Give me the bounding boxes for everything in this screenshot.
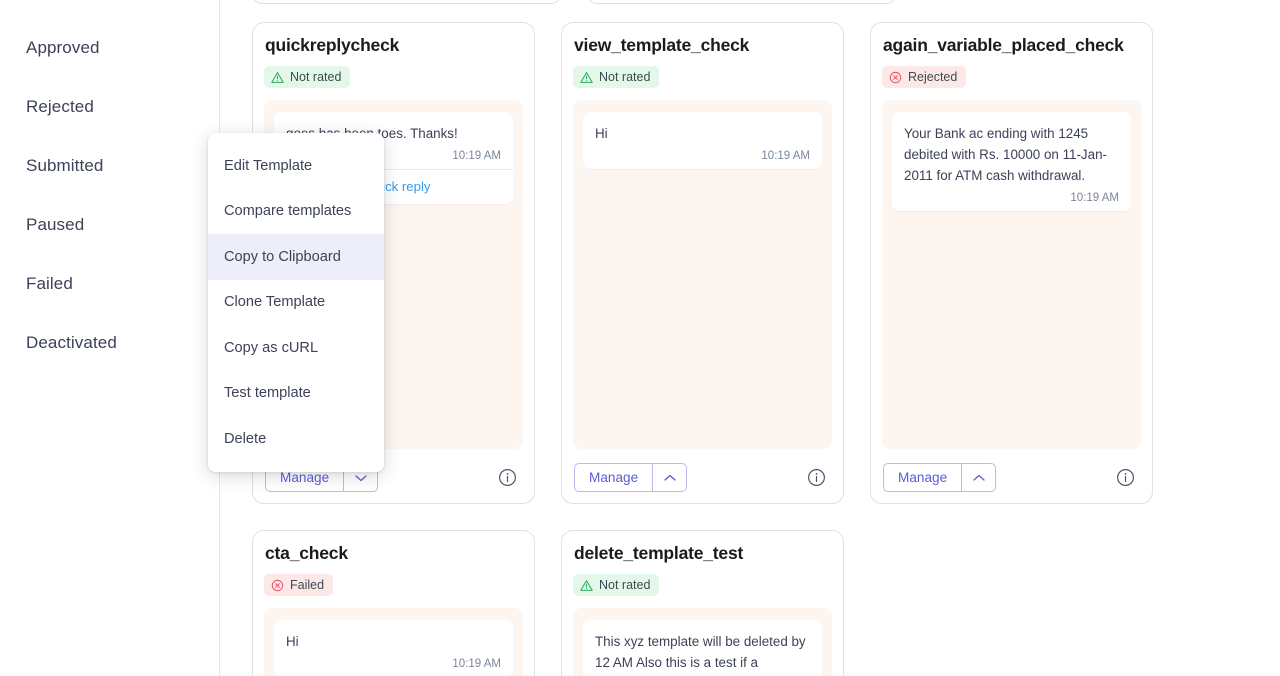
card-partial-above	[587, 0, 896, 4]
card-partial-above	[252, 0, 561, 4]
message-text: Hi	[595, 126, 608, 141]
info-icon[interactable]	[807, 468, 826, 487]
message-bubble: This xyz template will be deleted by 12 …	[583, 620, 822, 676]
message-preview: Hi 10:19 AM	[264, 608, 523, 676]
template-card[interactable]: again_variable_placed_check Rejected You…	[870, 22, 1153, 504]
menu-item-label: Copy as cURL	[224, 339, 319, 356]
template-card[interactable]: view_template_check Not rated Hi 10:19 A…	[561, 22, 844, 504]
status-badge: Not rated	[573, 66, 660, 88]
info-circle-icon	[1117, 469, 1134, 486]
chevron-up-icon	[663, 474, 676, 481]
card-title: delete_template_test	[574, 543, 744, 563]
info-icon[interactable]	[498, 468, 517, 487]
error-circle-icon	[271, 579, 284, 591]
card-footer: Manage	[573, 449, 832, 492]
manage-button[interactable]: Manage	[574, 463, 653, 492]
template-card[interactable]: delete_template_test Not rated This xyz …	[561, 530, 844, 676]
message-bubble: Hi 10:19 AM	[274, 620, 513, 676]
message-bubble: Hi 10:19 AM	[583, 112, 822, 169]
menu-item-delete[interactable]: Delete	[208, 416, 384, 462]
message-bubble: Your Bank ac ending with 1245 debited wi…	[892, 112, 1131, 211]
info-circle-icon	[499, 469, 516, 486]
menu-item-edit-template[interactable]: Edit Template	[208, 143, 384, 189]
sidebar-item-failed[interactable]: Failed	[0, 254, 219, 313]
message-text: Hi	[286, 634, 299, 649]
message-preview: Hi 10:19 AM	[573, 100, 832, 449]
sidebar-item-label: Deactivated	[26, 332, 117, 352]
template-card[interactable]: cta_check Failed Hi 10:19 AM	[252, 530, 535, 676]
card-title: quickreplycheck	[265, 35, 400, 55]
status-badge-label: Not rated	[599, 577, 651, 592]
menu-item-label: Clone Template	[224, 294, 326, 311]
sidebar-item-label: Submitted	[26, 155, 104, 175]
status-badge: Not rated	[573, 574, 660, 596]
manage-button-group: Manage	[574, 463, 688, 492]
manage-button[interactable]: Manage	[883, 463, 962, 492]
warning-triangle-icon	[580, 71, 593, 83]
info-icon[interactable]	[1116, 468, 1135, 487]
message-preview: This xyz template will be deleted by 12 …	[573, 608, 832, 676]
sidebar-item-label: Approved	[26, 37, 100, 57]
sidebar-item-label: Rejected	[26, 96, 94, 116]
status-badge-label: Failed	[290, 577, 325, 592]
message-text: This xyz template will be deleted by 12 …	[595, 634, 806, 670]
chevron-down-icon	[354, 474, 367, 481]
sidebar-item-label: Paused	[26, 214, 85, 234]
sidebar-item-deactivated[interactable]: Deactivated	[0, 313, 219, 372]
message-time: 10:19 AM	[1070, 192, 1119, 204]
menu-item-test-template[interactable]: Test template	[208, 371, 384, 417]
sidebar-item-submitted[interactable]: Submitted	[0, 136, 219, 195]
message-time: 10:19 AM	[761, 150, 810, 162]
manage-button-group: Manage	[883, 463, 997, 492]
menu-item-clone-template[interactable]: Clone Template	[208, 280, 384, 326]
menu-item-compare-templates[interactable]: Compare templates	[208, 189, 384, 235]
status-badge-label: Not rated	[599, 69, 651, 84]
message-text: Your Bank ac ending with 1245 debited wi…	[904, 126, 1107, 183]
menu-item-copy-to-clipboard[interactable]: Copy to Clipboard	[208, 234, 384, 280]
status-badge: Rejected	[882, 66, 967, 88]
sidebar-item-label: Failed	[26, 273, 73, 293]
cut-off-cards-row	[252, 0, 896, 4]
card-title: again_variable_placed_check	[883, 35, 1124, 55]
error-circle-icon	[889, 71, 902, 83]
manage-dropdown-toggle[interactable]	[652, 463, 688, 492]
menu-item-label: Edit Template	[224, 157, 313, 174]
sidebar-item-paused[interactable]: Paused	[0, 195, 219, 254]
status-badge: Not rated	[264, 66, 351, 88]
menu-item-label: Copy to Clipboard	[224, 248, 341, 265]
status-badge: Failed	[264, 574, 334, 596]
message-preview: Your Bank ac ending with 1245 debited wi…	[882, 100, 1141, 449]
menu-item-label: Delete	[224, 430, 267, 447]
status-badge-label: Not rated	[290, 69, 342, 84]
warning-triangle-icon	[271, 71, 284, 83]
card-title: view_template_check	[574, 35, 750, 55]
menu-item-copy-as-curl[interactable]: Copy as cURL	[208, 325, 384, 371]
status-badge-label: Rejected	[908, 69, 958, 84]
message-time: 10:19 AM	[452, 658, 501, 670]
card-grid: quickreplycheck Not rated goes has been …	[252, 22, 1280, 676]
manage-dropdown-toggle[interactable]	[961, 463, 997, 492]
template-manager-screen: Approved Rejected Submitted Paused Faile…	[0, 0, 1280, 676]
chevron-up-icon	[972, 474, 985, 481]
sidebar-item-rejected[interactable]: Rejected	[0, 77, 219, 136]
card-footer: Manage	[882, 449, 1141, 492]
menu-item-label: Compare templates	[224, 203, 352, 220]
template-context-menu: Edit Template Compare templates Copy to …	[208, 133, 384, 472]
warning-triangle-icon	[580, 579, 593, 591]
info-circle-icon	[808, 469, 825, 486]
status-filter-sidebar: Approved Rejected Submitted Paused Faile…	[0, 0, 220, 676]
sidebar-item-approved[interactable]: Approved	[0, 18, 219, 77]
card-title: cta_check	[265, 543, 348, 563]
menu-item-label: Test template	[224, 385, 311, 402]
